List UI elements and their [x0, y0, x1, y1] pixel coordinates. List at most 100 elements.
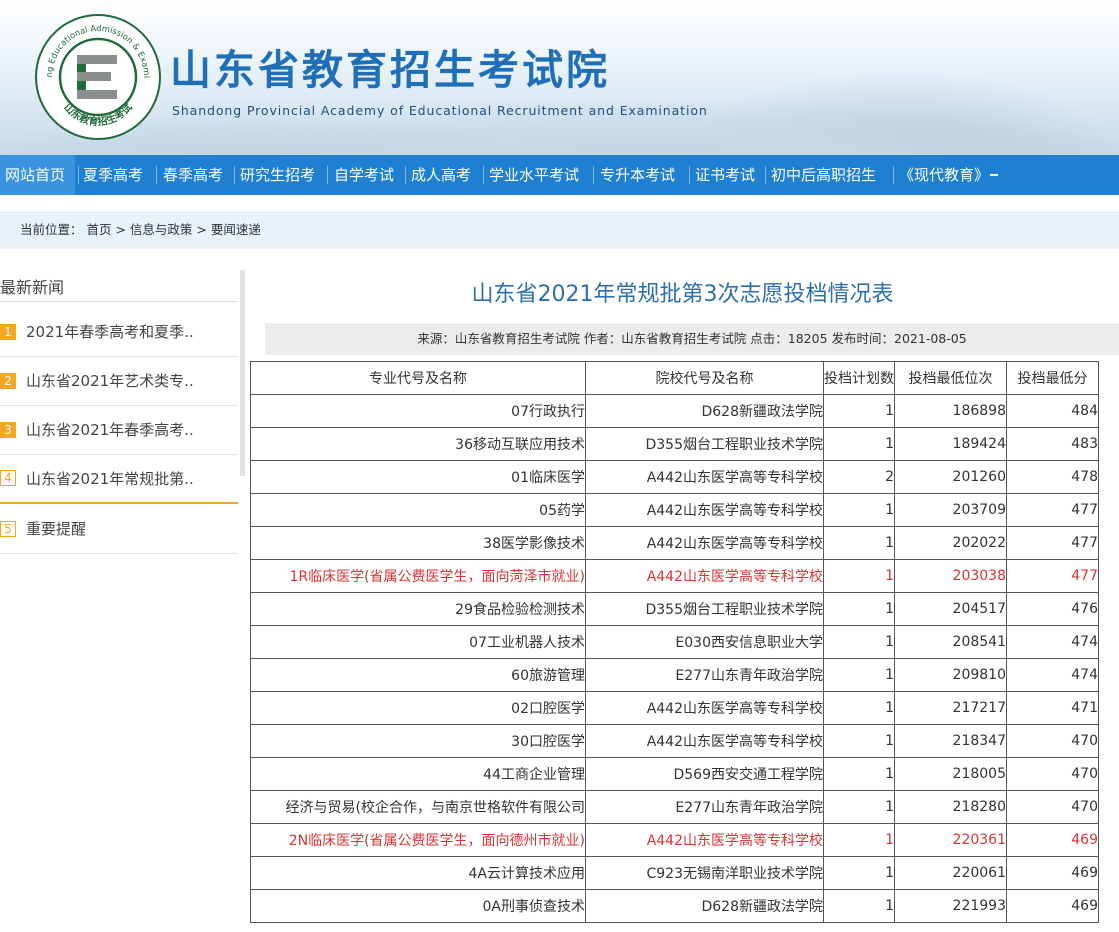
table-cell: 218280 [894, 790, 1007, 824]
cell-text: 1 [885, 535, 894, 551]
cell-text: 1 [885, 898, 894, 914]
cell-text: 1 [885, 799, 894, 815]
table-cell: 1 [823, 658, 895, 692]
sidebar-scrollbar[interactable] [240, 270, 245, 476]
cell-text: 476 [1071, 601, 1098, 617]
news-item-label[interactable]: 2021年春季高考和夏季.. [26, 308, 194, 357]
academy-seal-logo[interactable]: Shandong Educational Admission & Examina… [34, 13, 162, 141]
news-item-label[interactable]: 山东省2021年常规批第.. [26, 455, 194, 504]
table-cell: 218005 [894, 757, 1007, 791]
table-cell: 01临床医学 [250, 460, 586, 494]
cell-text: 36移动互联应用技术 [455, 437, 585, 453]
table-cell: 1 [823, 757, 895, 791]
table-cell: 2 [823, 460, 895, 494]
table-cell: 208541 [894, 625, 1007, 659]
table-cell: 189424 [894, 427, 1007, 461]
nav-item-graduate[interactable]: 研究生招考 [240, 155, 315, 195]
cell-text: 2N临床医学(省属公费医学生，面向德州市就业) [288, 833, 585, 849]
sidebar-title: 最新新闻 [0, 278, 65, 297]
table-cell: 220361 [894, 823, 1007, 857]
cell-text: C923无锡南洋职业技术学院 [646, 866, 823, 882]
news-item[interactable]: 5 重要提醒 [0, 505, 238, 554]
nav-item-summer-exam[interactable]: 夏季高考 [83, 155, 143, 195]
cell-text: 474 [1071, 634, 1098, 650]
nav-item-modern-education[interactable]: 《现代教育》 [899, 155, 989, 195]
table-cell: E277山东青年政治学院 [585, 658, 824, 692]
news-item[interactable]: 2 山东省2021年艺术类专.. [0, 357, 238, 406]
nav-divider [405, 166, 406, 184]
cell-text: 07行政执行 [511, 404, 585, 420]
nav-item-upgrade[interactable]: 专升本考试 [600, 155, 675, 195]
table-cell: 217217 [894, 691, 1007, 725]
cell-text: 477 [1071, 535, 1098, 551]
cell-text: E277山东青年政治学院 [675, 800, 823, 816]
table-cell: A442山东医学高等专科学校 [585, 724, 824, 758]
cell-text: 470 [1071, 766, 1098, 782]
table-cell: 02口腔医学 [250, 691, 586, 725]
nav-item-proficiency[interactable]: 学业水平考试 [489, 155, 579, 195]
table-row: 30口腔医学 A442山东医学高等专科学校 1 218347 470 [250, 724, 1099, 758]
table-cell: 469 [1006, 889, 1099, 923]
news-item[interactable]: 1 2021年春季高考和夏季.. [0, 308, 238, 357]
table-cell: A442山东医学高等专科学校 [585, 691, 824, 725]
table-cell: 1 [823, 625, 895, 659]
table-cell: 1 [823, 724, 895, 758]
table-cell: 60旅游管理 [250, 658, 586, 692]
cell-text: D569西安交通工程学院 [673, 767, 823, 783]
news-item-label[interactable]: 山东省2021年艺术类专.. [26, 357, 194, 406]
nav-divider [234, 166, 235, 184]
cell-text: 218280 [952, 799, 1006, 815]
table-cell: 477 [1006, 559, 1099, 593]
table-cell: 经济与贸易(校企合作，与南京世格软件有限公司 [250, 790, 586, 824]
cell-text: 1 [885, 568, 894, 584]
table-cell: A442山东医学高等专科学校 [585, 526, 824, 560]
table-cell: A442山东医学高等专科学校 [585, 493, 824, 527]
nav-item-spring-exam[interactable]: 春季高考 [163, 155, 223, 195]
cell-text: 0A刑事侦查技术 [482, 899, 585, 915]
news-item[interactable]: 4 山东省2021年常规批第.. [0, 455, 238, 504]
news-item-label[interactable]: 重要提醒 [26, 505, 86, 554]
cell-text: 1 [885, 601, 894, 617]
table-cell: C923无锡南洋职业技术学院 [585, 856, 824, 890]
nav-divider [593, 166, 594, 184]
cell-text: 38医学影像技术 [483, 536, 585, 552]
table-cell: 1 [823, 592, 895, 626]
cell-text: 474 [1071, 667, 1098, 683]
news-rank-badge: 2 [0, 372, 16, 389]
table-cell: 36移动互联应用技术 [250, 427, 586, 461]
cell-text: 1 [885, 832, 894, 848]
table-row: 05药学 A442山东医学高等专科学校 1 203709 477 [250, 493, 1099, 527]
cell-text: 471 [1071, 700, 1098, 716]
nav-item-home[interactable]: 网站首页 [0, 155, 75, 195]
cell-text: 218005 [952, 766, 1006, 782]
cell-text: 1 [885, 502, 894, 518]
table-cell: 38医学影像技术 [250, 526, 586, 560]
cell-text: 2 [885, 469, 894, 485]
column-header: 院校代号及名称 [585, 361, 824, 395]
table-cell: 1 [823, 427, 895, 461]
nav-item-certificate[interactable]: 证书考试 [695, 155, 755, 195]
table-cell: 218347 [894, 724, 1007, 758]
nav-divider [327, 166, 328, 184]
table-cell: 484 [1006, 394, 1099, 428]
news-item-label[interactable]: 山东省2021年春季高考.. [26, 406, 194, 455]
cell-text: A442山东医学高等专科学校 [646, 470, 823, 486]
table-cell: D628新疆政法学院 [585, 889, 824, 923]
table-cell: 474 [1006, 625, 1099, 659]
nav-item-self-study[interactable]: 自学考试 [334, 155, 394, 195]
cell-text: 469 [1071, 898, 1098, 914]
cell-text: 29食品检验检测技术 [455, 602, 585, 618]
table-row: 0A刑事侦查技术 D628新疆政法学院 1 221993 469 [250, 889, 1099, 923]
cell-text: 1 [885, 634, 894, 650]
nav-item-vocational[interactable]: 初中后高职招生 [771, 155, 876, 195]
nav-item-adult-exam[interactable]: 成人高考 [411, 155, 471, 195]
cell-text: 221993 [952, 898, 1006, 914]
admission-table: 专业代号及名称 院校代号及名称 投档计划数 投档最低位次 投档最低分 07行政执行 D628… [250, 361, 1099, 923]
table-cell: 221993 [894, 889, 1007, 923]
table-cell: 05药学 [250, 493, 586, 527]
table-cell: 1 [823, 559, 895, 593]
nav-divider [765, 166, 766, 184]
table-cell: 1 [823, 394, 895, 428]
news-item[interactable]: 3 山东省2021年春季高考.. [0, 406, 238, 455]
cell-text: 1 [885, 403, 894, 419]
